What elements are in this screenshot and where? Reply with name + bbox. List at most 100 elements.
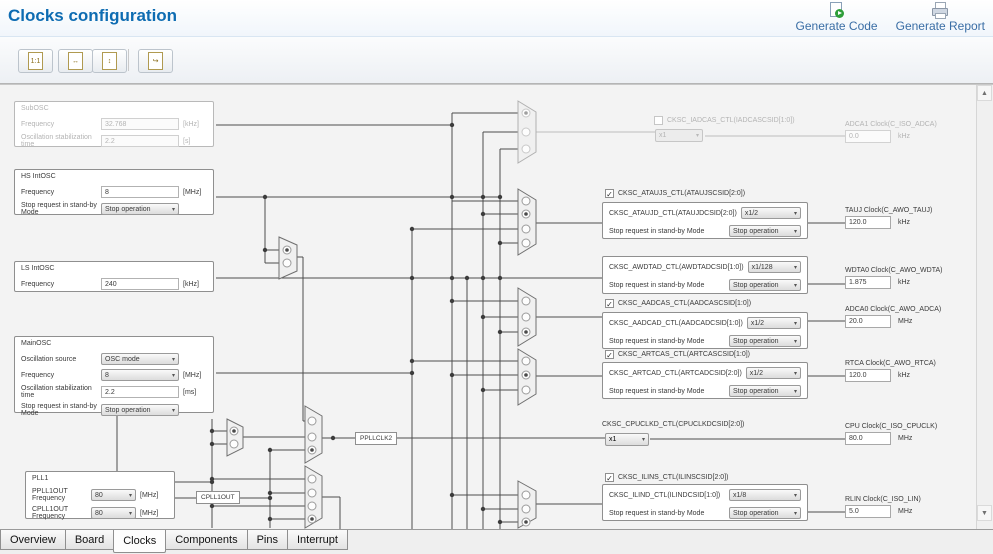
- aadcas-divider-select[interactable]: x1/2 ▾: [746, 317, 801, 329]
- scroll-down-arrow[interactable]: ▼: [977, 505, 992, 521]
- ls-intosc-title: LS IntOSC: [21, 265, 55, 272]
- cpuclkd-select[interactable]: x1 ▾: [605, 433, 649, 446]
- cpll1out-frequency-label: CPLL1OUT Frequency: [32, 506, 69, 520]
- ataujs-divider-box: CKSC_ATAUJD_CTL(ATAUJDCSID[2:0]) x1/2 ▾ …: [602, 202, 808, 239]
- ataujs-label: CKSC_ATAUJS_CTL(ATAUJSCSID[2:0]): [618, 190, 746, 197]
- page-title: Clocks configuration: [8, 6, 178, 25]
- tab-overview[interactable]: Overview: [0, 530, 66, 550]
- generate-report-label: Generate Report: [895, 19, 985, 33]
- mainosc-standby-label: Stop request in stand-by Mode: [21, 403, 97, 417]
- mainosc-frequency-label: Frequency: [21, 371, 55, 379]
- subosc-title: SubOSC: [21, 105, 49, 112]
- fit-vertical-button[interactable]: ↕: [92, 49, 127, 73]
- adca1-clock-output: ADCA1 Clock(C_ISO_ADCA) 0.0 kHz: [845, 121, 937, 143]
- tauj-clock-output: TAUJ Clock(C_AWO_TAUJ) 120.0 kHz: [845, 207, 932, 229]
- ilins-checkbox[interactable]: ✓: [605, 473, 614, 483]
- awdtad-divider-select[interactable]: x1/128 ▾: [747, 261, 801, 273]
- chevron-down-icon: ▾: [695, 133, 699, 139]
- ilins-standby-label: Stop request in stand-by Mode: [609, 509, 705, 517]
- ilins-enable-row: ✓ CKSC_ILINS_CTL(ILINSCSID[2:0]): [605, 473, 728, 483]
- ilins-standby-select[interactable]: Stop operation ▾: [729, 507, 801, 519]
- pll1-box: PLL1 PPLL1OUT Frequency 80 ▾ [MHz] CPLL1…: [25, 471, 175, 520]
- mux-ppllclk2[interactable]: [304, 405, 323, 464]
- aadcas-standby-select[interactable]: Stop operation ▾: [729, 335, 801, 347]
- chevron-down-icon: ▾: [793, 228, 797, 235]
- chevron-down-icon: ▾: [793, 510, 797, 517]
- ppll1out-frequency-select[interactable]: 80 ▾: [91, 489, 136, 501]
- tab-board[interactable]: Board: [65, 530, 115, 550]
- artcas-divider-box: CKSC_ARTCAD_CTL(ARTCADCSID[2:0]) x1/2 ▾ …: [602, 362, 808, 399]
- ilins-divider-select[interactable]: x1/8 ▾: [729, 489, 801, 501]
- ataujs-divider-select[interactable]: x1/2 ▾: [740, 207, 801, 219]
- subosc-frequency-input[interactable]: [101, 118, 179, 130]
- iadcas-checkbox[interactable]: [654, 116, 663, 125]
- adca0-clock-unit: MHz: [898, 318, 913, 325]
- chevron-down-icon: ▾: [793, 388, 797, 395]
- zoom-one-to-one-button[interactable]: 1:1: [18, 49, 53, 73]
- ataujs-enable-row: ✓ CKSC_ATAUJS_CTL(ATAUJSCSID[2:0]): [605, 189, 746, 199]
- mux-hs-select[interactable]: [278, 236, 298, 280]
- wdta0-clock-label: WDTA0 Clock(C_AWO_WDTA): [845, 267, 943, 274]
- chevron-down-icon: ▾: [171, 407, 175, 414]
- tab-pins[interactable]: Pins: [247, 530, 288, 550]
- hs-intosc-title: HS IntOSC: [21, 173, 56, 180]
- mainosc-standby-select[interactable]: Stop operation ▾: [101, 404, 179, 416]
- adca1-clock-value: 0.0: [845, 130, 891, 143]
- vertical-scrollbar[interactable]: ▲ ▼: [976, 85, 993, 531]
- zoom-one-to-one-icon: 1:1: [28, 52, 43, 70]
- hs-intosc-frequency-input[interactable]: [101, 186, 179, 198]
- hs-intosc-standby-select[interactable]: Stop operation ▾: [101, 203, 179, 215]
- tab-components[interactable]: Components: [166, 530, 248, 550]
- subosc-stab-unit: [s]: [183, 137, 191, 145]
- rlin-clock-label: RLIN Clock(C_ISO_LIN): [845, 496, 921, 503]
- mainosc-frequency-select[interactable]: 8 ▾: [101, 369, 179, 381]
- generate-report-button[interactable]: Generate Report: [896, 2, 985, 33]
- subosc-frequency-label: Frequency: [21, 120, 55, 128]
- mux-pll-select[interactable]: [226, 418, 244, 457]
- cpll1out-node-label: CPLL1OUT: [196, 491, 240, 504]
- export-image-button[interactable]: ↪: [138, 49, 173, 73]
- scroll-up-arrow[interactable]: ▲: [977, 85, 992, 101]
- iadcas-select[interactable]: x1 ▾: [655, 129, 703, 142]
- aadcas-label: CKSC_AADCAS_CTL(AADCASCSID[1:0]): [618, 300, 752, 307]
- mux-cpllclk[interactable]: [304, 465, 323, 529]
- ataujs-standby-select[interactable]: Stop operation ▾: [729, 225, 801, 237]
- mux-iadcas[interactable]: [517, 100, 537, 164]
- cpu-clock-output: CPU Clock(C_ISO_CPUCLK) 80.0 MHz: [845, 423, 937, 445]
- ls-intosc-frequency-input[interactable]: [101, 278, 179, 290]
- artcas-standby-label: Stop request in stand-by Mode: [609, 387, 705, 395]
- pll1-title: PLL1: [32, 475, 49, 482]
- mux-artcas[interactable]: [517, 348, 537, 406]
- ls-intosc-box: LS IntOSC Frequency [kHz]: [14, 261, 214, 292]
- subosc-stab-input[interactable]: [101, 135, 179, 147]
- ls-intosc-frequency-unit: [kHz]: [183, 280, 199, 288]
- ataujs-checkbox[interactable]: ✓: [605, 189, 614, 199]
- rtca-clock-output: RTCA Clock(C_AWO_RTCA) 120.0 kHz: [845, 360, 936, 382]
- tab-interrupt[interactable]: Interrupt: [288, 530, 348, 550]
- mux-ilins[interactable]: [517, 480, 537, 529]
- generate-code-button[interactable]: Generate Code: [796, 2, 878, 33]
- aadcas-checkbox[interactable]: ✓: [605, 299, 614, 309]
- chevron-down-icon: ▾: [793, 492, 797, 499]
- mux-ataujs[interactable]: [517, 188, 537, 256]
- wdta0-clock-value: 1.875: [845, 276, 891, 289]
- mux-aadcas[interactable]: [517, 287, 537, 347]
- iadcas-enable-row: CKSC_IADCAS_CTL(IADCASCSID[1:0]): [654, 116, 795, 125]
- artcas-standby-select[interactable]: Stop operation ▾: [729, 385, 801, 397]
- artcas-divider-select[interactable]: x1/2 ▾: [745, 367, 801, 379]
- mainosc-box: MainOSC Oscillation source OSC mode ▾ Fr…: [14, 336, 214, 417]
- fit-horizontal-button[interactable]: ↔: [58, 49, 93, 73]
- mainosc-stab-input[interactable]: [101, 386, 179, 398]
- awdtad-standby-select[interactable]: Stop operation ▾: [729, 279, 801, 291]
- generate-report-icon: [932, 2, 949, 19]
- cpll1out-frequency-select[interactable]: 80 ▾: [91, 507, 136, 519]
- tauj-clock-label: TAUJ Clock(C_AWO_TAUJ): [845, 207, 933, 214]
- mainosc-source-select[interactable]: OSC mode ▾: [101, 353, 179, 365]
- adca1-clock-label: ADCA1 Clock(C_ISO_ADCA): [845, 121, 937, 128]
- cpu-clock-unit: MHz: [898, 435, 913, 442]
- chevron-down-icon: ▾: [793, 264, 797, 271]
- adca0-clock-output: ADCA0 Clock(C_AWO_ADCA) 20.0 MHz: [845, 306, 941, 328]
- generate-code-label: Generate Code: [795, 19, 878, 33]
- tab-clocks[interactable]: Clocks: [113, 530, 167, 553]
- artcas-checkbox[interactable]: ✓: [605, 350, 614, 360]
